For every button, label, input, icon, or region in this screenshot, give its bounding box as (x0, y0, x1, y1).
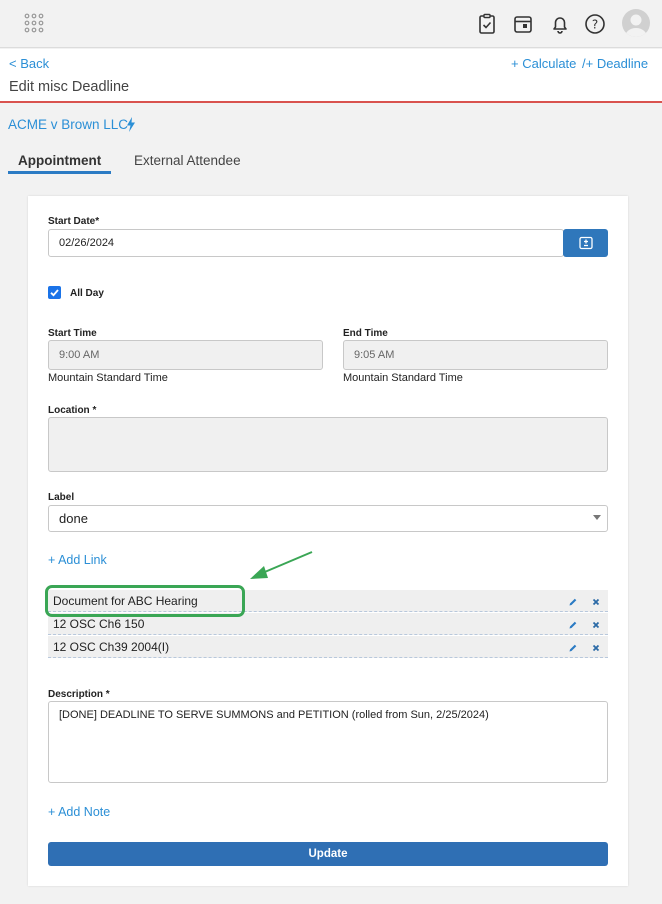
svg-text:?: ? (592, 18, 598, 32)
active-tab-indicator (8, 171, 111, 174)
chevron-down-icon[interactable] (593, 515, 601, 520)
close-icon[interactable] (591, 597, 601, 607)
label-select[interactable]: done (48, 505, 608, 532)
apps-grid-icon[interactable] (24, 13, 44, 33)
tab-appointment[interactable]: Appointment (18, 153, 101, 168)
update-button[interactable]: Update (48, 842, 608, 866)
page-header: < Back Edit misc Deadline + Calculate /+… (0, 49, 662, 103)
annotation-arrow-icon (250, 551, 313, 579)
start-date-label: Start Date* (48, 216, 100, 227)
label-select-value: done (59, 511, 88, 526)
label-field-label: Label (48, 492, 75, 503)
start-time-timezone: Mountain Standard Time (48, 372, 168, 384)
pencil-icon[interactable] (568, 643, 578, 653)
add-link-button[interactable]: + Add Link (48, 553, 107, 567)
user-avatar-icon[interactable] (622, 9, 650, 37)
end-time-timezone: Mountain Standard Time (343, 372, 463, 384)
calendar-icon[interactable] (511, 12, 535, 36)
link-item[interactable]: 12 OSC Ch6 150 (48, 613, 608, 635)
lightning-bolt-icon[interactable] (126, 117, 136, 132)
help-icon[interactable]: ? (583, 12, 607, 36)
clipboard-check-icon[interactable] (475, 12, 499, 36)
end-time-field: 9:05 AM (343, 340, 608, 370)
start-time-field: 9:00 AM (48, 340, 323, 370)
calculate-link[interactable]: + Calculate (511, 56, 576, 71)
location-field[interactable] (48, 417, 608, 472)
all-day-label: All Day (70, 288, 104, 299)
date-picker-button[interactable] (563, 229, 608, 257)
page-title: Edit misc Deadline (9, 79, 130, 95)
end-time-label: End Time (343, 328, 388, 339)
description-field[interactable]: [DONE] DEADLINE TO SERVE SUMMONS and PET… (48, 701, 608, 783)
description-value: [DONE] DEADLINE TO SERVE SUMMONS and PET… (59, 709, 489, 721)
link-item-label: 12 OSC Ch39 2004(I) (53, 639, 170, 654)
tab-external-attendee[interactable]: External Attendee (134, 153, 241, 168)
link-item[interactable]: Document for ABC Hearing (48, 590, 608, 612)
link-item-label: Document for ABC Hearing (53, 593, 198, 608)
bell-icon[interactable] (548, 12, 572, 36)
location-label: Location * (48, 405, 97, 416)
matter-link[interactable]: ACME v Brown LLC (8, 117, 128, 132)
add-deadline-link[interactable]: /+ Deadline (582, 56, 648, 71)
pencil-icon[interactable] (568, 620, 578, 630)
start-date-field[interactable]: 02/26/2024 (48, 229, 564, 257)
checkmark-icon (50, 289, 59, 297)
link-item[interactable]: 12 OSC Ch39 2004(I) (48, 636, 608, 658)
top-bar: ? (0, 0, 662, 48)
start-time-label: Start Time (48, 328, 97, 339)
end-time-value: 9:05 AM (354, 349, 395, 361)
start-date-value: 02/26/2024 (59, 237, 115, 249)
all-day-checkbox[interactable] (48, 286, 61, 299)
add-note-button[interactable]: + Add Note (48, 805, 110, 819)
description-label: Description * (48, 689, 110, 700)
start-time-value: 9:00 AM (59, 349, 100, 361)
update-button-label: Update (308, 848, 348, 860)
close-icon[interactable] (591, 620, 601, 630)
back-link[interactable]: < Back (9, 56, 49, 71)
link-item-label: 12 OSC Ch6 150 (53, 616, 145, 631)
calendar-plus-minus-icon (578, 236, 593, 250)
close-icon[interactable] (591, 643, 601, 653)
pencil-icon[interactable] (568, 597, 578, 607)
